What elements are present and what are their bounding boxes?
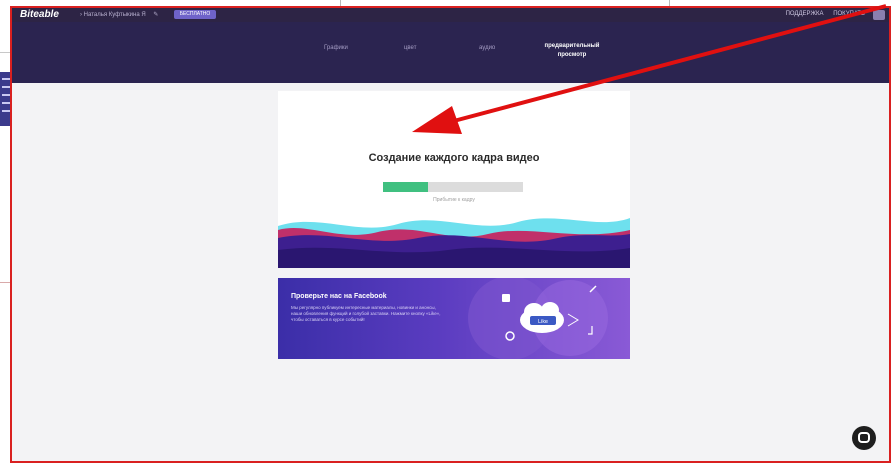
banner-title: Проверьте нас на Facebook <box>291 293 387 300</box>
banner-illustration: Like <box>468 278 608 359</box>
cloud-icon <box>520 302 564 333</box>
step-preview[interactable]: предварительный просмотр <box>532 42 612 60</box>
preview-title: Создание каждого кадра видео <box>368 152 540 164</box>
pen-icon[interactable]: ✎ <box>153 12 158 18</box>
app-logo[interactable]: Biteable <box>20 9 59 20</box>
plan-badge[interactable]: БЕСПЛАТНО <box>174 10 216 19</box>
support-link[interactable]: ПОДДЕРЖКА <box>786 11 824 17</box>
photo-icon <box>502 294 510 302</box>
step-graphics[interactable]: Графики <box>324 45 348 51</box>
chat-icon[interactable] <box>852 426 876 450</box>
waves-illustration <box>278 218 630 268</box>
top-nav: ПОДДЕРЖКА ПОКУПАТЬ <box>778 11 865 17</box>
like-label: Like <box>538 319 548 325</box>
buy-link[interactable]: ПОКУПАТЬ <box>833 11 865 17</box>
banner-text: Мы регулярно публикуем интересные матери… <box>291 305 441 322</box>
breadcrumb-user[interactable]: › Наталья Куфтыкина Я <box>80 12 146 18</box>
preview-card: Создание каждого кадра видео Прибытие к … <box>278 91 630 268</box>
avatar-icon[interactable] <box>873 10 885 20</box>
step-navigation: Графики цвет аудио предварительный просм… <box>12 22 889 83</box>
progress-caption: Прибытие к кадру <box>433 197 475 203</box>
app-window: Biteable › Наталья Куфтыкина Я ✎ БЕСПЛАТ… <box>10 6 891 463</box>
facebook-banner[interactable]: Проверьте нас на Facebook Мы регулярно п… <box>278 278 630 359</box>
top-bar: Biteable › Наталья Куфтыкина Я ✎ БЕСПЛАТ… <box>12 8 889 22</box>
render-progress-bar <box>383 182 523 192</box>
breadcrumb[interactable]: › Наталья Куфтыкина Я ✎ <box>80 11 158 18</box>
step-color[interactable]: цвет <box>404 45 416 51</box>
render-progress-fill <box>383 182 428 192</box>
step-audio[interactable]: аудио <box>479 45 495 51</box>
